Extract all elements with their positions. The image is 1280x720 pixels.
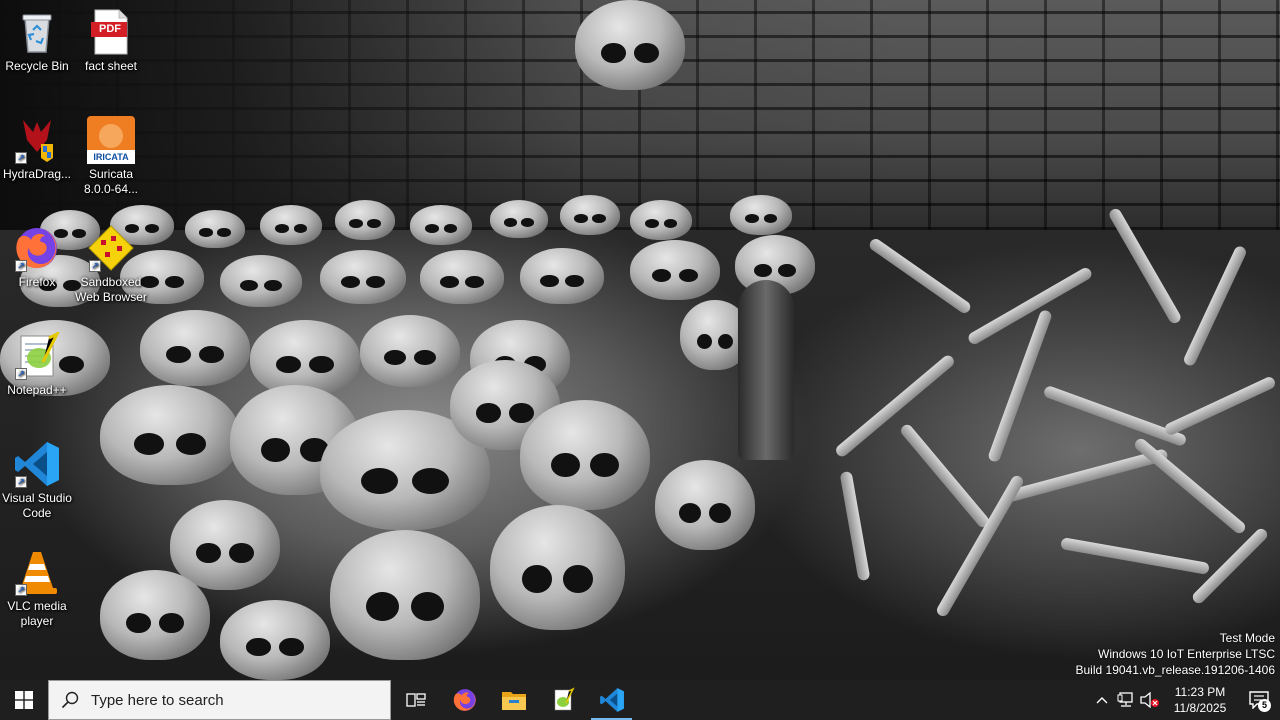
taskbar-file-explorer-button[interactable]: [489, 680, 538, 720]
taskbar-vscode-button[interactable]: [587, 680, 636, 720]
watermark-test-mode: Test Mode: [1219, 631, 1275, 645]
shortcut-arrow-icon: ↗: [15, 152, 27, 164]
desktop-icon-label: Notepad++: [7, 383, 67, 397]
sandboxie-icon: ↗: [87, 224, 135, 272]
network-icon: [1117, 692, 1133, 707]
wallpaper-statue: [738, 280, 794, 460]
taskbar-search-box[interactable]: Type here to search: [48, 680, 391, 720]
folder-icon: [501, 692, 526, 710]
pdf-icon: PDF: [87, 8, 135, 56]
shortcut-arrow-icon: ↗: [15, 368, 27, 380]
shortcut-arrow-icon: ↗: [15, 584, 27, 596]
taskbar-firefox-button[interactable]: [440, 680, 489, 720]
firefox-icon: [453, 689, 476, 711]
shortcut-arrow-icon: ↗: [15, 476, 27, 488]
desktop-icon-label: Firefox: [18, 275, 56, 289]
taskbar: Type here to search 11:23 PM 11/8/2025 5: [0, 680, 1280, 720]
desktop-icon-firefox[interactable]: ↗ Firefox: [0, 224, 74, 290]
desktop-icon-label: Sandboxed Web Browser: [75, 275, 147, 304]
vscode-icon: ↗: [13, 440, 61, 488]
show-hidden-icons-button[interactable]: [1090, 680, 1114, 720]
windows-logo-icon: [15, 691, 33, 709]
volume-button[interactable]: [1138, 680, 1162, 720]
desktop-icon-suricata[interactable]: IRICATA Suricata 8.0.0-64...: [74, 116, 148, 197]
start-button[interactable]: [0, 680, 48, 720]
desktop-icon-hydradragon[interactable]: ↗ HydraDrag...: [0, 116, 74, 182]
clock-date: 11/8/2025: [1173, 701, 1227, 715]
task-view-icon: [405, 693, 426, 707]
task-view-button[interactable]: [391, 680, 440, 720]
notepadpp-icon: [554, 687, 575, 711]
taskbar-clock[interactable]: 11:23 PM 11/8/2025: [1162, 684, 1238, 716]
notification-count-badge: 5: [1258, 699, 1271, 712]
pdf-badge-text: PDF: [99, 23, 121, 35]
vscode-icon: [599, 688, 624, 712]
recycle-bin-icon: [13, 8, 61, 56]
chevron-up-icon: [1096, 697, 1108, 704]
desktop-icon-label: Visual Studio Code: [2, 491, 72, 520]
action-center-button[interactable]: 5: [1238, 680, 1280, 720]
volume-muted-icon: [1140, 692, 1159, 708]
desktop-icon-label: Suricata 8.0.0-64...: [83, 167, 139, 196]
desktop-icon-vlc[interactable]: ↗ VLC media player: [0, 548, 74, 629]
hydradragon-icon: ↗: [13, 116, 61, 164]
desktop-icon-recycle-bin[interactable]: Recycle Bin: [0, 8, 74, 74]
suricata-badge-text: IRICATA: [93, 152, 129, 162]
search-icon: [61, 691, 79, 709]
taskbar-notepadpp-button[interactable]: [538, 680, 587, 720]
desktop-icon-label: fact sheet: [84, 59, 138, 73]
network-button[interactable]: [1114, 680, 1138, 720]
shortcut-arrow-icon: ↗: [89, 260, 101, 272]
vlc-icon: ↗: [13, 548, 61, 596]
desktop-wallpaper: [0, 0, 1280, 680]
notepadpp-icon: ↗: [13, 330, 61, 380]
desktop-icon-sandboxed-browser[interactable]: ↗ Sandboxed Web Browser: [74, 224, 148, 305]
suricata-icon: IRICATA: [87, 116, 135, 164]
desktop-icon-label: HydraDrag...: [2, 167, 72, 181]
watermark-edition: Windows 10 IoT Enterprise LTSC: [1098, 647, 1275, 661]
windows-watermark: Test Mode Windows 10 IoT Enterprise LTSC…: [1076, 630, 1276, 678]
firefox-icon: ↗: [13, 224, 61, 272]
desktop-icon-fact-sheet[interactable]: PDF fact sheet: [74, 8, 148, 74]
watermark-build: Build 19041.vb_release.191206-1406: [1075, 663, 1276, 677]
desktop-icon-notepadpp[interactable]: ↗ Notepad++: [0, 330, 74, 398]
search-placeholder: Type here to search: [91, 691, 224, 709]
desktop-icon-vscode[interactable]: ↗ Visual Studio Code: [0, 440, 74, 521]
desktop-icon-label: VLC media player: [7, 599, 67, 628]
shortcut-arrow-icon: ↗: [15, 260, 27, 272]
clock-time: 11:23 PM: [1174, 685, 1226, 699]
system-tray: 11:23 PM 11/8/2025 5: [1090, 680, 1280, 720]
desktop-icon-label: Recycle Bin: [5, 59, 69, 73]
